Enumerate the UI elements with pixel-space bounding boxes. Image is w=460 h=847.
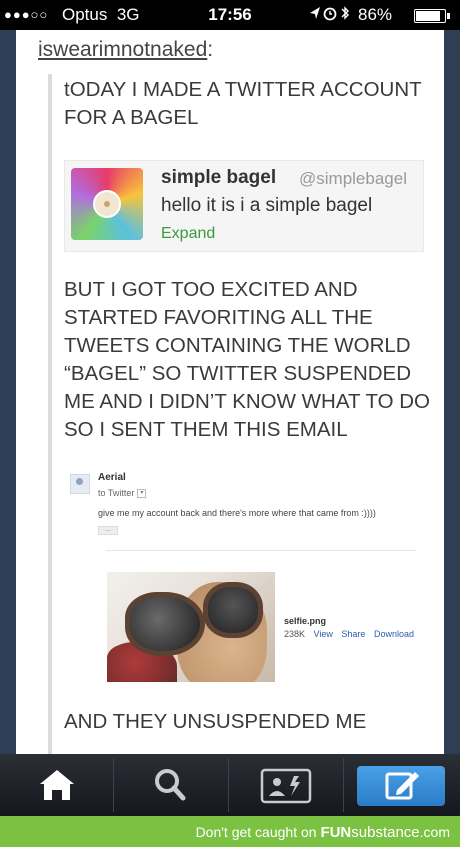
email-more-button: ... bbox=[98, 526, 118, 535]
attachment-info: selfie.png 238K View Share Download bbox=[284, 616, 444, 639]
sender-avatar-icon bbox=[70, 474, 90, 494]
watermark-banner: Don't get caught on FUNsubstance.com bbox=[0, 816, 460, 847]
search-icon bbox=[155, 769, 186, 801]
post-text-1: tODAY I MADE A TWITTER ACCOUNT FOR A BAG… bbox=[64, 78, 422, 129]
camera-icon bbox=[260, 768, 312, 804]
download-link: Download bbox=[373, 629, 414, 639]
tab-camera[interactable] bbox=[230, 754, 340, 816]
view-link: View bbox=[313, 629, 333, 639]
compose-icon bbox=[385, 772, 419, 800]
email-from: Aerial bbox=[98, 472, 126, 483]
tweet-expand-link[interactable]: Expand bbox=[161, 225, 215, 243]
battery-percent: 86% bbox=[358, 5, 393, 24]
tab-bar bbox=[0, 754, 460, 816]
status-bar: ●●●○○ Optus 3G 17:56 86% bbox=[0, 0, 460, 30]
attachment-actions: 238K View Share Download bbox=[284, 629, 444, 639]
tweet-handle: @simplebagel bbox=[299, 169, 407, 188]
attachment-size: 238K bbox=[284, 629, 306, 639]
tweet-display-name: simple bagel bbox=[161, 167, 277, 188]
email-body: give me my account back and there's more… bbox=[98, 508, 376, 518]
tab-compose[interactable] bbox=[345, 754, 455, 816]
battery-icon bbox=[414, 9, 450, 23]
tab-home[interactable] bbox=[0, 754, 110, 816]
post-author[interactable]: iswearimnotnaked: bbox=[38, 38, 213, 62]
email-screenshot: Aerial to Twitter ▾ give me my account ba… bbox=[64, 470, 436, 560]
attachment-filename: selfie.png bbox=[284, 616, 327, 626]
home-icon bbox=[40, 770, 74, 800]
chevron-down-icon: ▾ bbox=[137, 489, 147, 499]
tweet-avatar bbox=[71, 168, 143, 240]
tab-search[interactable] bbox=[115, 754, 225, 816]
divider bbox=[106, 550, 416, 551]
quote-bar bbox=[48, 74, 52, 754]
post-card: iswearimnotnaked: tODAY I MADE A TWITTER… bbox=[16, 30, 444, 754]
embedded-tweet[interactable]: simple bagel @simplebagel hello it is i … bbox=[64, 160, 424, 252]
watermark-text: Don't get caught on FUNsubstance.com bbox=[195, 824, 450, 841]
status-icons bbox=[308, 5, 352, 26]
post-text-3: AND THEY UNSUSPENDED ME bbox=[64, 710, 367, 733]
email-to: to Twitter ▾ bbox=[98, 488, 147, 499]
post-text-2: BUT I GOT TOO EXCITED AND STARTED FAVORI… bbox=[64, 278, 430, 441]
tweet-text: hello it is i a simple bagel bbox=[161, 195, 373, 216]
share-link: Share bbox=[341, 629, 366, 639]
selfie-image bbox=[107, 572, 275, 682]
location-alarm-bluetooth-icon bbox=[310, 6, 349, 21]
